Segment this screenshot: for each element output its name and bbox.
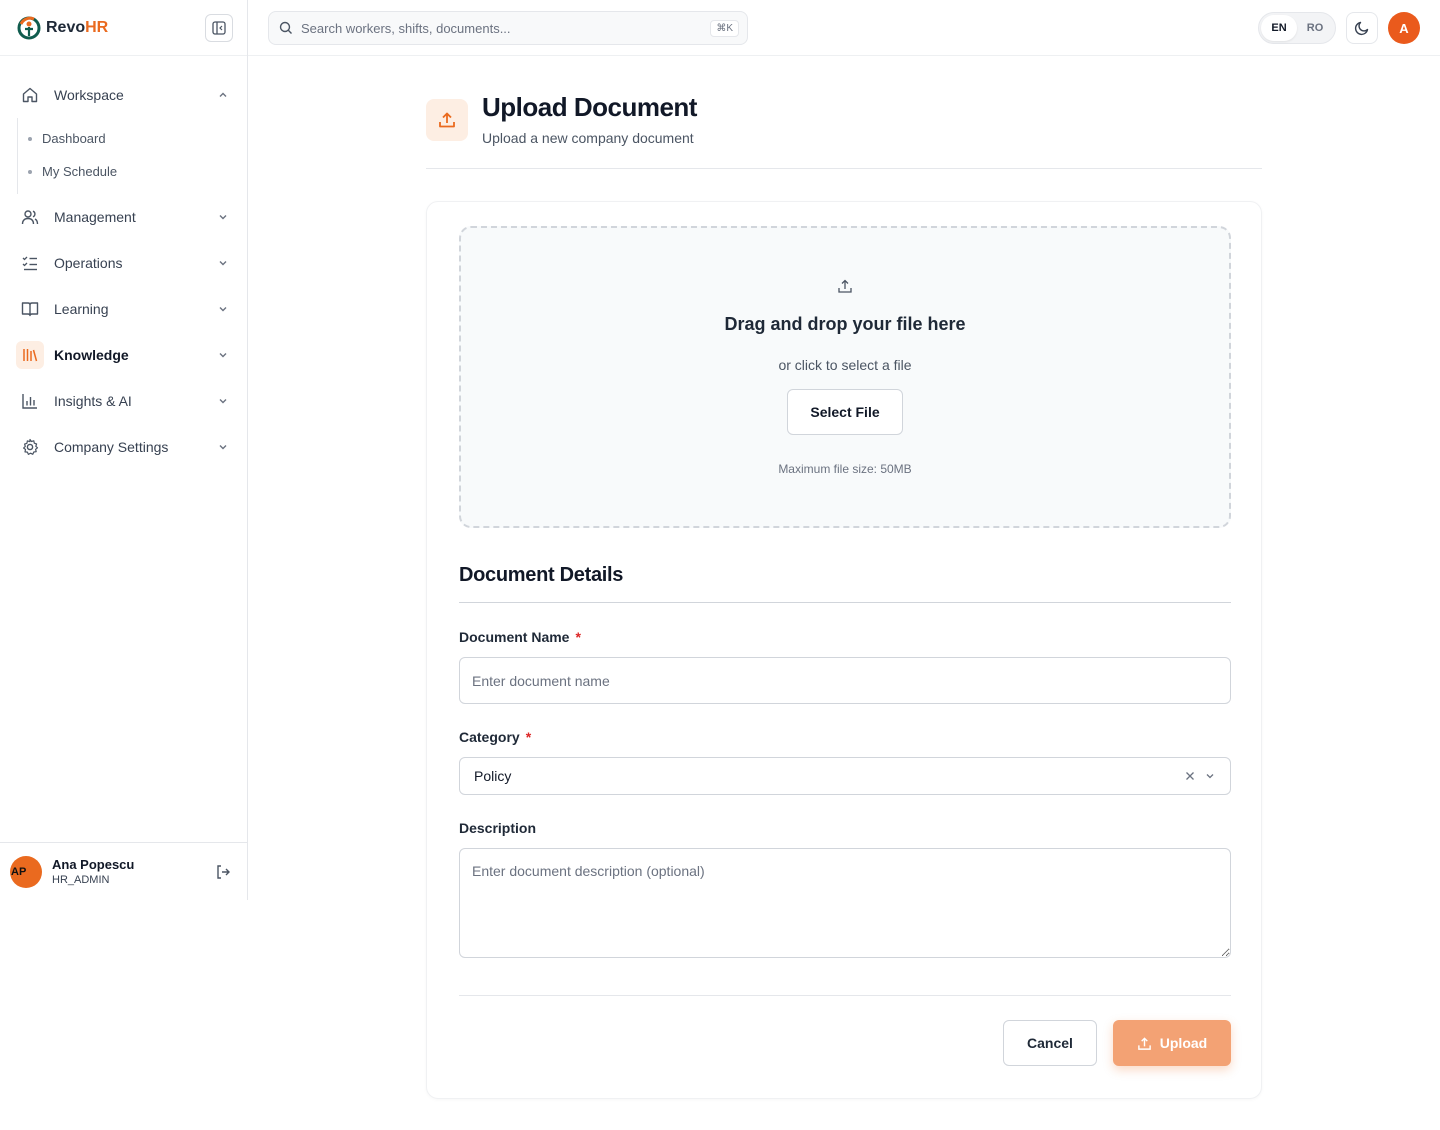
sidebar-item-learning[interactable]: Learning [0,286,247,332]
chevron-down-icon [215,209,231,225]
sidebar-item-insights[interactable]: Insights & AI [0,378,247,424]
form-footer-divider [459,995,1231,996]
collapse-sidebar-button[interactable] [205,13,233,42]
chevron-down-icon[interactable] [1200,766,1220,786]
search-icon [279,21,292,34]
workspace-submenu: Dashboard My Schedule [17,118,247,194]
logout-icon[interactable] [209,858,237,886]
bar-chart-icon [16,387,44,415]
dropzone-subtitle: or click to select a file [778,357,912,373]
theme-toggle-button[interactable] [1346,12,1378,44]
language-switcher[interactable]: EN RO [1258,12,1336,44]
topbar: ⌘K EN RO A [248,0,1440,56]
sidebar-subitem-my-schedule[interactable]: My Schedule [18,155,247,188]
search-shortcut-hint: ⌘K [710,19,739,37]
page-title: Upload Document [482,92,697,122]
avatar[interactable]: AP [10,855,42,888]
checklist-icon [16,249,44,277]
sidebar-item-label: Company Settings [54,439,169,455]
upload-button-label: Upload [1159,1035,1208,1051]
chevron-down-icon [215,347,231,363]
user-role: HR_ADMIN [52,874,110,886]
gear-icon [16,433,44,461]
lang-option-en[interactable]: EN [1261,15,1297,41]
moon-icon [1354,21,1369,36]
upload-form-card: Drag and drop your file here or click to… [426,201,1262,1099]
brand-name-hr: HR [85,18,109,36]
logo-icon [17,16,41,39]
page-subtitle: Upload a new company document [482,130,694,146]
sidebar-toggle-icon [212,20,226,35]
select-file-button[interactable]: Select File [787,389,903,435]
library-icon [16,341,44,369]
file-dropzone[interactable]: Drag and drop your file here or click to… [459,226,1231,528]
book-open-icon [16,295,44,323]
sidebar-nav: Workspace Dashboard My Schedule Manageme… [0,56,247,470]
cancel-button[interactable]: Cancel [1003,1020,1097,1066]
sidebar-subitem-dashboard[interactable]: Dashboard [18,122,247,155]
sidebar: Revo HR Workspace Dashboard My Schedule M… [0,0,248,900]
section-title: Document Details [459,564,624,586]
upload-button[interactable]: Upload [1113,1020,1231,1066]
user-info: Ana Popescu HR_ADMIN [52,857,209,886]
category-selected-value: Policy [474,768,512,784]
global-search[interactable]: ⌘K [268,11,748,45]
chevron-down-icon [215,255,231,271]
document-name-input[interactable] [459,657,1231,704]
lang-option-ro[interactable]: RO [1297,15,1333,41]
chevron-up-icon [215,87,231,103]
users-icon [16,203,44,231]
chevron-down-icon [215,393,231,409]
section-divider [459,602,1231,603]
upload-icon [837,278,853,299]
user-name: Ana Popescu [52,857,135,872]
sidebar-item-knowledge[interactable]: Knowledge [0,332,247,378]
sidebar-item-label: Workspace [54,87,124,103]
category-select[interactable]: Policy [459,757,1231,795]
search-input[interactable] [301,20,711,36]
upload-icon [1137,1036,1151,1050]
dropzone-title: Drag and drop your file here [724,314,966,334]
home-icon [16,81,44,109]
document-name-label: Document Name * [459,629,581,645]
category-label-text: Category [459,729,520,745]
description-label: Description [459,820,537,836]
document-name-label-text: Document Name [459,629,570,645]
sidebar-item-label: Management [54,209,136,225]
brand-bar: Revo HR [0,0,247,56]
clear-selection-icon[interactable] [1180,766,1200,786]
sidebar-item-label: Knowledge [54,347,129,363]
sidebar-item-label: Insights & AI [54,393,132,409]
sidebar-item-management[interactable]: Management [0,194,247,240]
upload-icon [426,99,468,141]
sidebar-item-label: Operations [54,255,123,271]
main-content: Upload Document Upload a new company doc… [426,56,1262,1099]
brand-name-revo: Revo [46,18,86,36]
current-user: AP Ana Popescu HR_ADMIN [0,842,247,900]
sidebar-item-company-settings[interactable]: Company Settings [0,424,247,470]
page-header: Upload Document Upload a new company doc… [426,56,1262,169]
chevron-down-icon [215,301,231,317]
sidebar-item-label: Learning [54,301,109,317]
chevron-down-icon [215,439,231,455]
user-avatar-menu[interactable]: A [1388,12,1420,44]
app-logo[interactable]: Revo HR [16,15,108,41]
description-textarea[interactable] [459,848,1231,958]
sidebar-item-operations[interactable]: Operations [0,240,247,286]
max-file-size-note: Maximum file size: 50MB [778,462,912,476]
required-mark: * [525,729,532,745]
sidebar-item-workspace[interactable]: Workspace [0,72,247,118]
category-label: Category * [459,729,531,745]
required-mark: * [575,629,581,645]
